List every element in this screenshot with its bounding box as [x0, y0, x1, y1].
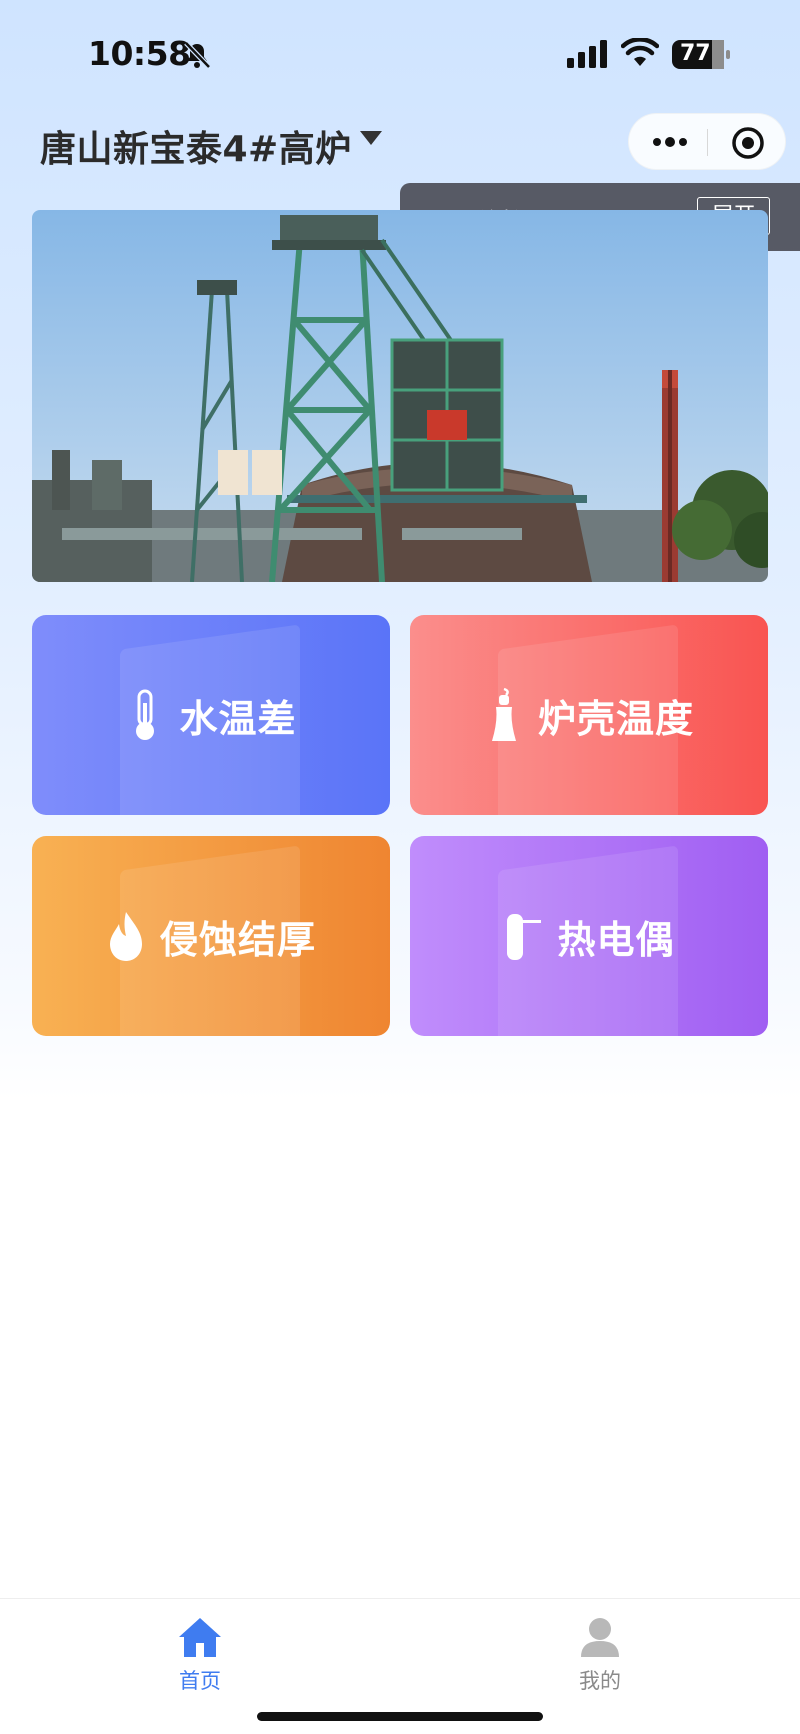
battery-icon: 77: [672, 40, 730, 69]
card-label: 炉壳温度: [537, 696, 694, 741]
capsule-divider: [707, 129, 708, 156]
caret-down-icon[interactable]: [360, 131, 382, 145]
thermocouple-icon: [507, 914, 542, 960]
mini-program-capsule: [628, 113, 786, 170]
target-icon[interactable]: [731, 126, 765, 160]
status-time: 10:58: [88, 34, 191, 73]
home-indicator: [257, 1712, 543, 1721]
shell-temp-card[interactable]: 炉壳温度: [410, 615, 768, 815]
card-label: 热电偶: [557, 917, 675, 962]
wifi-icon: [621, 38, 659, 66]
home-icon: [179, 1618, 221, 1657]
thermocouple-card[interactable]: 热电偶: [410, 836, 768, 1036]
page-title[interactable]: 唐山新宝泰4#高炉: [40, 120, 352, 172]
signal-icon: [567, 40, 607, 68]
tab-home[interactable]: 首页: [140, 1615, 260, 1695]
card-label: 侵蚀结厚: [159, 917, 316, 962]
bell-mute-icon: [184, 41, 211, 69]
card-label: 水温差: [179, 696, 297, 741]
user-icon: [581, 1618, 619, 1657]
thermometer-icon: [136, 689, 155, 740]
furnace-icon: [491, 687, 516, 741]
tab-label: 我的: [579, 1669, 621, 1693]
banner-image: [32, 210, 768, 582]
battery-level: 77: [680, 41, 711, 66]
tab-me[interactable]: 我的: [540, 1615, 660, 1695]
erosion-thickness-card[interactable]: 侵蚀结厚: [32, 836, 390, 1036]
tab-label: 首页: [179, 1669, 221, 1693]
flame-icon: [109, 912, 142, 961]
water-temp-diff-card[interactable]: 水温差: [32, 615, 390, 815]
more-icon[interactable]: [651, 132, 689, 152]
